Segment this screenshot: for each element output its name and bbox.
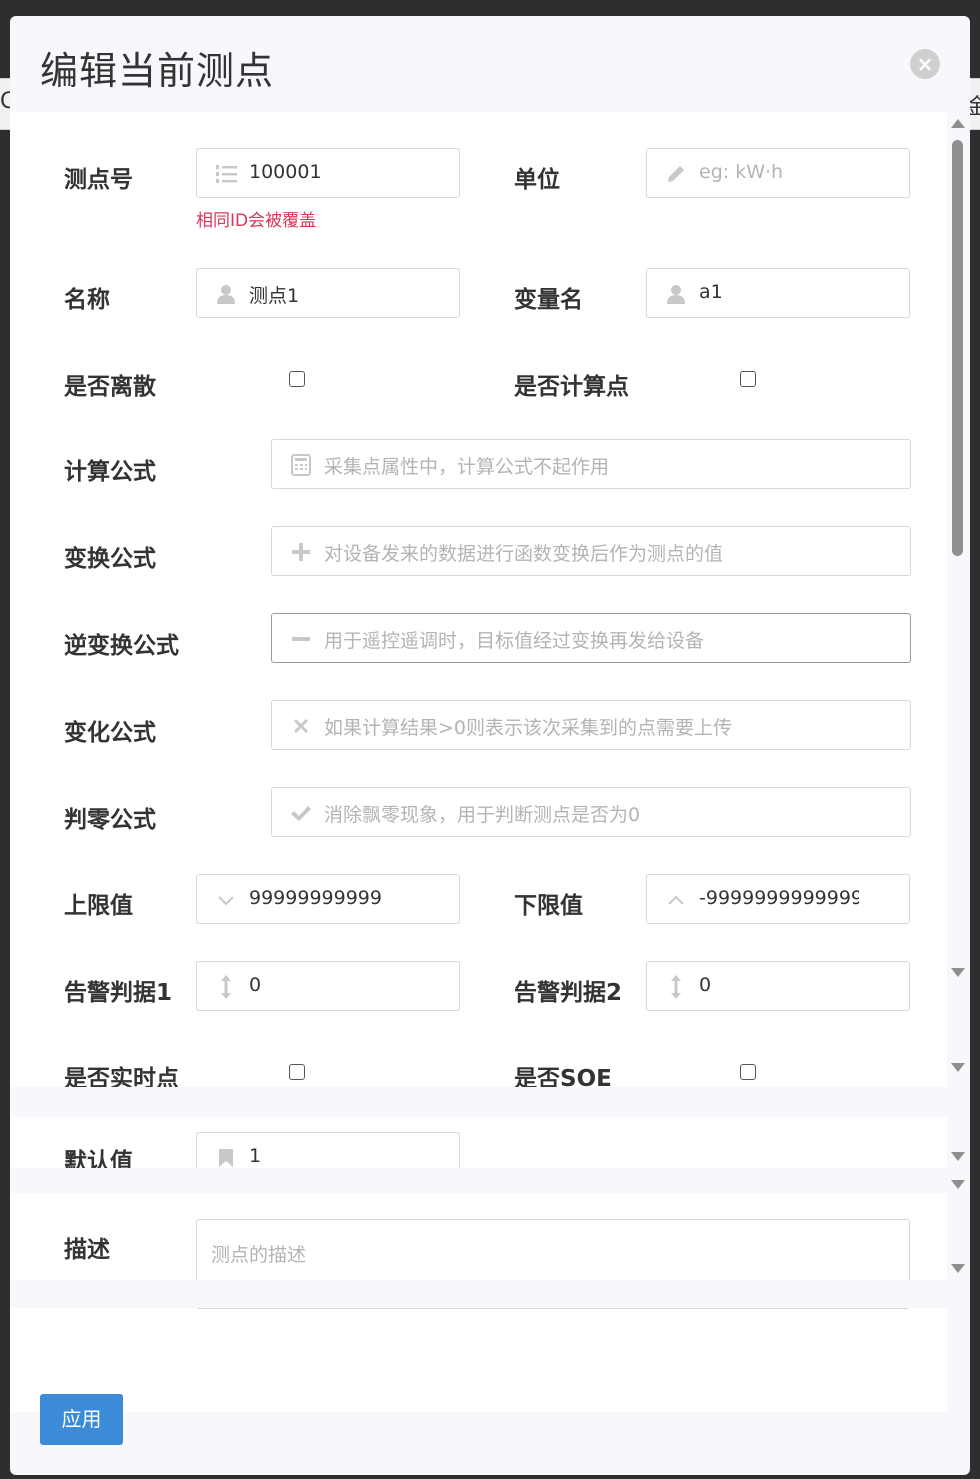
chevron-down-icon: [215, 889, 237, 911]
change-formula-placeholder: 如果计算结果>0则表示该次采集到的点需要上传: [324, 717, 733, 739]
render-band: [10, 1280, 947, 1308]
is-computed-checkbox[interactable]: [740, 371, 756, 387]
point-id-field[interactable]: 100001: [196, 148, 460, 198]
scrollbar-thumb[interactable]: [952, 140, 963, 556]
arrows-v-icon: [215, 975, 237, 999]
zero-formula-placeholder: 消除飘零现象，用于判断测点是否为0: [324, 804, 641, 826]
variable-name-value: a1: [699, 281, 723, 303]
upper-limit-label: 上限值: [64, 893, 133, 919]
name-field[interactable]: 测点1: [196, 268, 460, 318]
point-id-hint: 相同ID会被覆盖: [196, 211, 317, 231]
inverse-transform-formula-placeholder: 用于遥控遥调时，目标值经过变换再发给设备: [324, 630, 705, 652]
is-soe-checkbox[interactable]: [740, 1064, 756, 1080]
modal-title: 编辑当前测点: [40, 49, 275, 93]
default-value-value: 1: [249, 1145, 262, 1167]
transform-formula-placeholder: 对设备发来的数据进行函数变换后作为测点的值: [324, 543, 724, 565]
is-computed-label: 是否计算点: [514, 374, 629, 400]
name-label: 名称: [64, 287, 110, 313]
description-placeholder: 测点的描述: [211, 1244, 307, 1266]
close-button[interactable]: ×: [910, 49, 940, 79]
times-icon: [290, 715, 312, 737]
scroll-down-arrow-icon[interactable]: [951, 968, 965, 977]
render-band: [10, 1087, 947, 1117]
alarm-level1-value: 0: [249, 974, 262, 996]
inverse-transform-formula-label: 逆变换公式: [64, 633, 179, 659]
calc-formula-label: 计算公式: [64, 459, 156, 485]
chevron-up-icon: [665, 889, 687, 911]
point-id-value: 100001: [249, 161, 322, 183]
scroll-down-arrow-icon[interactable]: [951, 1264, 965, 1273]
change-formula-label: 变化公式: [64, 720, 156, 746]
unit-field[interactable]: eg: kW·h: [646, 148, 910, 198]
edit-point-modal: 编辑当前测点 × 测点号 100001 相同ID会被覆盖 单位 eg: kW·h…: [10, 16, 970, 1475]
arrows-v-icon: [665, 975, 687, 999]
scroll-down-arrow-icon[interactable]: [951, 1152, 965, 1161]
upper-limit-value: 99999999999: [249, 887, 382, 909]
alarm-level1-field[interactable]: 0: [196, 961, 460, 1011]
lower-limit-field[interactable]: -99999999999999: [646, 874, 910, 924]
render-band: [10, 1168, 947, 1193]
calculator-icon: [290, 454, 312, 476]
unit-label: 单位: [514, 167, 560, 193]
variable-name-field[interactable]: a1: [646, 268, 910, 318]
form-scroll-area[interactable]: 测点号 100001 相同ID会被覆盖 单位 eg: kW·h 名称 测点1 变…: [10, 112, 947, 1412]
transform-formula-label: 变换公式: [64, 546, 156, 572]
lower-limit-label: 下限值: [514, 893, 583, 919]
variable-name-label: 变量名: [514, 287, 583, 313]
minus-icon: [290, 628, 312, 650]
scroll-down-arrow-icon[interactable]: [951, 1063, 965, 1072]
user-icon: [215, 283, 237, 305]
pencil-icon: [665, 163, 687, 185]
lower-limit-value: -99999999999999: [699, 887, 859, 909]
unit-placeholder: eg: kW·h: [699, 161, 784, 183]
change-formula-field[interactable]: 如果计算结果>0则表示该次采集到的点需要上传: [271, 700, 911, 750]
bookmark-icon: [215, 1147, 237, 1169]
transform-formula-field[interactable]: 对设备发来的数据进行函数变换后作为测点的值: [271, 526, 911, 576]
upper-limit-field[interactable]: 99999999999: [196, 874, 460, 924]
inverse-transform-formula-field[interactable]: 用于遥控遥调时，目标值经过变换再发给设备: [271, 613, 911, 663]
check-icon: [290, 802, 312, 824]
scroll-down-arrow-icon[interactable]: [951, 1180, 965, 1189]
scroll-up-arrow-icon[interactable]: [951, 119, 965, 128]
list-ol-icon: [215, 163, 237, 185]
user-icon: [665, 283, 687, 305]
is-discrete-label: 是否离散: [64, 374, 156, 400]
is-realtime-checkbox[interactable]: [289, 1064, 305, 1080]
zero-formula-label: 判零公式: [64, 807, 156, 833]
plus-icon: [290, 541, 312, 563]
calc-formula-field[interactable]: 采集点属性中，计算公式不起作用: [271, 439, 911, 489]
alarm-level2-field[interactable]: 0: [646, 961, 910, 1011]
is-discrete-checkbox[interactable]: [289, 371, 305, 387]
point-id-label: 测点号: [64, 167, 133, 193]
name-value: 测点1: [249, 285, 300, 307]
calc-formula-placeholder: 采集点属性中，计算公式不起作用: [324, 456, 610, 478]
zero-formula-field[interactable]: 消除飘零现象，用于判断测点是否为0: [271, 787, 911, 837]
description-label: 描述: [64, 1237, 110, 1263]
apply-button[interactable]: 应用: [40, 1394, 123, 1445]
alarm-level2-label: 告警判据2: [514, 980, 623, 1006]
alarm-level2-value: 0: [699, 974, 712, 996]
alarm-level1-label: 告警判据1: [64, 980, 173, 1006]
